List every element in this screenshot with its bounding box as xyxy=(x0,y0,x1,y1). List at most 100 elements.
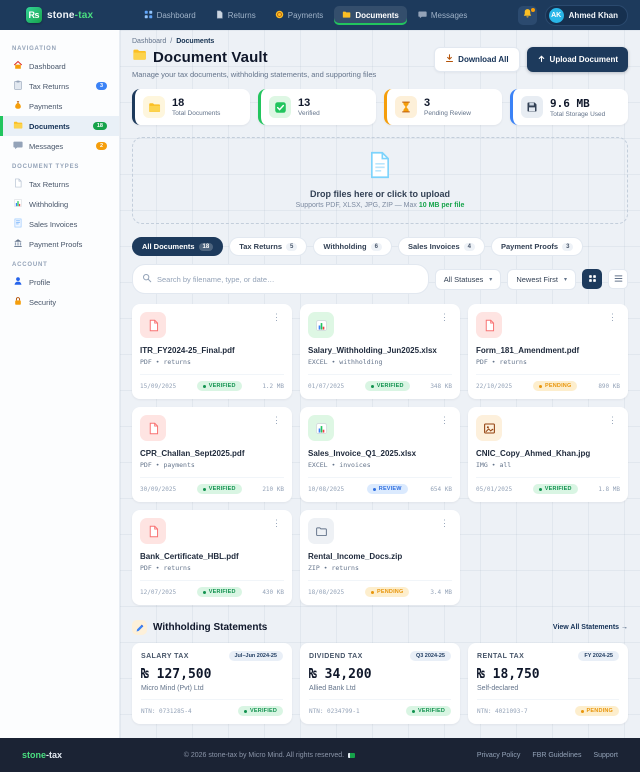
sidebar-item-messages[interactable]: Messages 2 xyxy=(0,136,119,156)
footer-link-support[interactable]: Support xyxy=(593,752,618,759)
topnav-documents[interactable]: Documents xyxy=(334,6,407,25)
ntn-number: NTN: 0731285-4 xyxy=(141,708,192,715)
ntn-number: NTN: 0234799-1 xyxy=(309,708,360,715)
sidebar-item-type-tax-returns[interactable]: Tax Returns xyxy=(0,174,119,194)
search-input[interactable] xyxy=(157,275,419,284)
dropzone-hint: Supports PDF, XLSX, JPG, ZIP — Max 10 MB… xyxy=(143,202,617,209)
stat-value: 9.6 MB xyxy=(550,97,605,110)
sidebar-item-dashboard[interactable]: Dashboard xyxy=(0,56,119,76)
view-all-statements-link[interactable]: View All Statements → xyxy=(553,624,628,631)
footer-link-privacy[interactable]: Privacy Policy xyxy=(477,752,521,759)
document-meta: ZIP • returns xyxy=(308,564,452,572)
tab-payment-proofs[interactable]: Payment Proofs 3 xyxy=(491,237,583,256)
dashboard-grid-icon xyxy=(144,10,153,21)
excel-file-icon xyxy=(308,312,334,338)
brand-name: stone-tax xyxy=(47,10,93,21)
money-bag-icon xyxy=(13,100,23,112)
list-view-button[interactable] xyxy=(608,269,628,289)
withholding-card-salary: SALARY TAXJul–Jun 2024-25 ₨ 127,500 Micr… xyxy=(132,643,292,724)
document-size: 348 KB xyxy=(430,383,452,390)
topnav-label: Payments xyxy=(288,11,324,20)
tab-sales-invoices[interactable]: Sales Invoices 4 xyxy=(398,237,485,256)
document-icon xyxy=(215,10,224,21)
sidebar-item-label: Payments xyxy=(29,102,62,111)
brand-logo: ₨ stone-tax xyxy=(26,7,93,23)
topnav-dashboard[interactable]: Dashboard xyxy=(136,6,204,25)
sidebar-item-security[interactable]: Security xyxy=(0,292,119,312)
page-header: Document Vault Manage your tax documents… xyxy=(132,47,628,79)
period-badge: Jul–Jun 2024-25 xyxy=(229,651,284,661)
stat-value: 3 xyxy=(424,97,471,109)
sidebar-section-title: NAVIGATION xyxy=(0,38,119,56)
folder-icon xyxy=(143,96,165,118)
card-menu-button[interactable]: ⋮ xyxy=(437,518,452,529)
user-menu[interactable]: AK Ahmed Khan xyxy=(545,5,628,26)
stats-row: 18 Total Documents 13 Verified 3 Pendi xyxy=(132,89,628,125)
count-badge: 18 xyxy=(93,122,107,130)
document-title: ITR_FY2024-25_Final.pdf xyxy=(140,346,284,355)
document-title: CPR_Challan_Sept2025.pdf xyxy=(140,449,284,458)
topnav-payments[interactable]: Payments xyxy=(267,6,332,25)
card-menu-button[interactable]: ⋮ xyxy=(269,312,284,323)
home-icon xyxy=(13,60,23,72)
sidebar-item-payments[interactable]: Payments xyxy=(0,96,119,116)
withholding-card-rental: RENTAL TAXFY 2024-25 ₨ 18,750 Self-decla… xyxy=(468,643,628,724)
card-menu-button[interactable]: ⋮ xyxy=(437,312,452,323)
document-card[interactable]: ⋮ Sales_Invoice_Q1_2025.xlsx EXCEL • inv… xyxy=(300,407,460,502)
app-window: ₨ stone-tax Dashboard Returns Payments D… xyxy=(0,0,640,772)
document-card[interactable]: ⋮ CNIC_Copy_Ahmed_Khan.jpg IMG • all 05/… xyxy=(468,407,628,502)
document-card[interactable]: ⋮ Form_181_Amendment.pdf PDF • returns 2… xyxy=(468,304,628,399)
tab-tax-returns[interactable]: Tax Returns 5 xyxy=(229,237,307,256)
grid-view-button[interactable] xyxy=(582,269,602,289)
tab-count: 3 xyxy=(562,243,573,251)
sidebar-item-type-payment-proofs[interactable]: Payment Proofs xyxy=(0,234,119,254)
tab-label: All Documents xyxy=(142,242,195,251)
stat-label: Total Documents xyxy=(172,110,220,117)
topnav-returns[interactable]: Returns xyxy=(207,6,264,25)
period-badge: FY 2024-25 xyxy=(578,651,619,661)
status-badge: PENDING xyxy=(533,381,577,391)
tab-withholding[interactable]: Withholding 6 xyxy=(313,237,392,256)
upload-dropzone[interactable]: Drop files here or click to upload Suppo… xyxy=(132,137,628,224)
document-meta: PDF • returns xyxy=(476,358,620,366)
user-icon xyxy=(13,276,23,288)
footer-link-fbr[interactable]: FBR Guidelines xyxy=(532,752,581,759)
withholding-title: Withholding Statements xyxy=(153,622,267,633)
document-card[interactable]: ⋮ Bank_Certificate_HBL.pdf PDF • returns… xyxy=(132,510,292,605)
upload-document-button[interactable]: Upload Document xyxy=(527,47,628,72)
document-card[interactable]: ⋮ CPR_Challan_Sept2025.pdf PDF • payment… xyxy=(132,407,292,502)
document-size: 654 KB xyxy=(430,486,452,493)
pen-icon xyxy=(132,620,147,635)
sidebar-item-profile[interactable]: Profile xyxy=(0,272,119,292)
upload-icon xyxy=(537,54,546,65)
sidebar-item-tax-returns[interactable]: Tax Returns 3 xyxy=(0,76,119,96)
sidebar-item-type-sales-invoices[interactable]: Sales Invoices xyxy=(0,214,119,234)
breadcrumb-dashboard[interactable]: Dashboard xyxy=(132,38,166,45)
invoice-icon xyxy=(13,218,23,230)
document-card[interactable]: ⋮ Salary_Withholding_Jun2025.xlsx EXCEL … xyxy=(300,304,460,399)
sidebar-item-label: Tax Returns xyxy=(29,180,69,189)
sidebar-item-documents[interactable]: Documents 18 xyxy=(0,116,119,136)
count-badge: 3 xyxy=(96,82,107,90)
card-menu-button[interactable]: ⋮ xyxy=(605,312,620,323)
tab-all-documents[interactable]: All Documents 18 xyxy=(132,237,223,256)
card-menu-button[interactable]: ⋮ xyxy=(269,415,284,426)
sort-order-select[interactable]: Newest First ▾ xyxy=(507,269,576,290)
withholding-amount: ₨ 34,200 xyxy=(309,667,451,682)
sidebar-item-type-withholding[interactable]: Withholding xyxy=(0,194,119,214)
card-menu-button[interactable]: ⋮ xyxy=(605,415,620,426)
status-badge: PENDING xyxy=(365,587,409,597)
card-menu-button[interactable]: ⋮ xyxy=(437,415,452,426)
card-menu-button[interactable]: ⋮ xyxy=(269,518,284,529)
tab-count: 6 xyxy=(371,243,382,251)
document-card[interactable]: ⋮ Rental_Income_Docs.zip ZIP • returns 1… xyxy=(300,510,460,605)
zip-file-icon xyxy=(308,518,334,544)
document-card[interactable]: ⋮ ITR_FY2024-25_Final.pdf PDF • returns … xyxy=(132,304,292,399)
search-row: All Statuses ▾ Newest First ▾ xyxy=(132,264,628,294)
document-date: 12/07/2025 xyxy=(140,589,176,596)
topnav-messages[interactable]: Messages xyxy=(410,6,475,25)
notifications-button[interactable] xyxy=(518,6,537,25)
document-size: 3.4 MB xyxy=(430,589,452,596)
status-filter-select[interactable]: All Statuses ▾ xyxy=(435,269,502,290)
download-all-button[interactable]: Download All xyxy=(434,47,519,72)
